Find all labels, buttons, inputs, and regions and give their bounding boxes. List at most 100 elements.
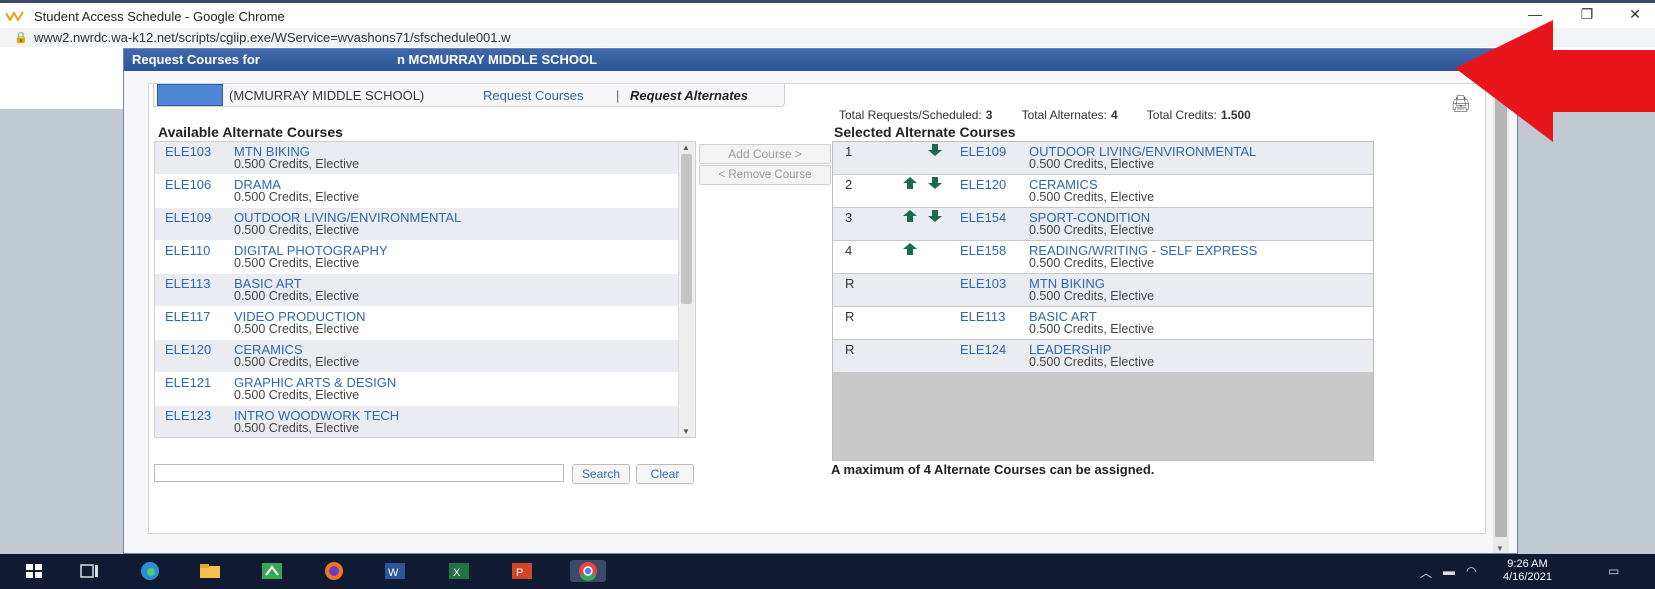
course-code: ELE121 [165, 375, 212, 390]
totals-bar: Total Requests/Scheduled: 3 Total Alterna… [839, 108, 1251, 122]
tray-chevron-icon[interactable]: ︿ [1420, 564, 1432, 581]
red-callout-arrow-icon [1455, 20, 1655, 142]
dialog-school-title: n MCMURRAY MIDDLE SCHOOL [397, 52, 598, 67]
course-code: ELE120 [165, 342, 212, 357]
firefox-icon[interactable] [322, 560, 346, 582]
app-icon[interactable] [260, 560, 284, 582]
selected-course-row[interactable]: R ELE124 LEADERSHIP 0.500 Credits, Elective [833, 340, 1373, 372]
course-code: ELE106 [165, 177, 212, 192]
course-credits: 0.500 Credits, Elective [1029, 157, 1155, 171]
course-credits: 0.500 Credits, Elective [1029, 289, 1155, 303]
dialog-scroll-thumb[interactable] [1495, 87, 1507, 537]
battery-icon[interactable]: ▬ [1443, 564, 1455, 578]
course-priority: 3 [845, 210, 853, 225]
tab-request-courses[interactable]: Request Courses [483, 88, 583, 103]
edge-browser-icon[interactable] [138, 560, 162, 582]
selected-course-row[interactable]: 4 ELE158 READING/WRITING - SELF EXPRESS 0.5… [833, 241, 1373, 273]
powerpoint-icon[interactable]: P [510, 560, 534, 582]
course-code: ELE158 [960, 243, 1007, 258]
selected-course-row[interactable]: R ELE113 BASIC ART 0.500 Credits, Elective [833, 307, 1373, 339]
clear-button[interactable]: Clear [636, 464, 694, 484]
course-code: ELE109 [960, 144, 1007, 159]
list-scroll-thumb[interactable] [681, 154, 692, 304]
tab-request-alternates[interactable]: Request Alternates [630, 88, 748, 103]
dialog-scrollbar[interactable]: ▲ ▼ [1493, 75, 1509, 553]
chrome-icon[interactable] [570, 560, 606, 582]
scroll-down-icon[interactable]: ▼ [1496, 544, 1504, 553]
move-down-arrow-icon[interactable] [928, 210, 942, 222]
svg-text:X: X [453, 567, 461, 579]
selected-course-row[interactable]: 3 ELE154 SPORT-CONDITION 0.500 Credits, Ele… [833, 208, 1373, 240]
taskbar-clock[interactable]: 9:26 AM 4/16/2021 [1503, 558, 1552, 584]
file-explorer-icon[interactable] [198, 560, 222, 582]
list-scroll-up-icon[interactable]: ▲ [682, 143, 690, 152]
wifi-icon[interactable]: ◠ [1466, 564, 1476, 578]
course-priority: 2 [845, 177, 853, 192]
course-credits: 0.500 Credits, Elective [234, 421, 360, 435]
taskbar-date: 4/16/2021 [1503, 571, 1552, 583]
move-down-arrow-icon[interactable] [928, 177, 942, 189]
available-course-row[interactable]: ELE117 VIDEO PRODUCTION 0.500 Credits, Ele… [155, 307, 678, 339]
school-label: (MCMURRAY MIDDLE SCHOOL) [229, 88, 425, 103]
taskbar-time: 9:26 AM [1507, 558, 1548, 570]
course-credits: 0.500 Credits, Elective [234, 322, 360, 336]
total-requests-value: 3 [985, 108, 993, 122]
course-priority: 1 [845, 144, 853, 159]
course-code: ELE103 [165, 144, 212, 159]
available-list-scrollbar[interactable]: ▲ ▼ [678, 142, 695, 437]
course-code: ELE123 [165, 408, 212, 423]
tab-separator: | [616, 88, 620, 103]
available-course-row[interactable]: ELE113 BASIC ART 0.500 Credits, Elective [155, 274, 678, 306]
course-credits: 0.500 Credits, Elective [1029, 322, 1155, 336]
selected-course-row[interactable]: 1 ELE109 OUTDOOR LIVING/ENVIRONMENTAL 0.500… [833, 142, 1373, 174]
course-code: ELE117 [165, 309, 211, 324]
available-course-row[interactable]: ELE109 OUTDOOR LIVING/ENVIRONMENTAL 0.500 … [155, 208, 678, 240]
course-credits: 0.500 Credits, Elective [1029, 190, 1155, 204]
available-course-row[interactable]: ELE106 DRAMA 0.500 Credits, Elective [155, 175, 678, 207]
svg-text:W: W [388, 567, 399, 579]
move-up-arrow-icon[interactable] [903, 177, 917, 189]
selected-course-row[interactable]: R ELE103 MTN BIKING 0.500 Credits, Elective [833, 274, 1373, 306]
course-code: ELE109 [165, 210, 212, 225]
available-course-row[interactable]: ELE110 DIGITAL PHOTOGRAPHY 0.500 Credits, … [155, 241, 678, 273]
selected-courses-list[interactable]: 1 ELE109 OUTDOOR LIVING/ENVIRONMENTAL 0.500… [832, 141, 1374, 461]
move-down-arrow-icon[interactable] [928, 144, 942, 156]
windows-start-icon[interactable] [22, 560, 46, 582]
move-up-arrow-icon[interactable] [903, 210, 917, 222]
word-icon[interactable]: W [383, 560, 407, 582]
add-course-button[interactable]: Add Course > [699, 144, 831, 164]
list-scroll-down-icon[interactable]: ▼ [682, 427, 690, 436]
available-course-row[interactable]: ELE123 INTRO WOODWORK TECH 0.500 Credits, … [155, 406, 678, 437]
course-priority: R [845, 276, 855, 291]
available-course-row[interactable]: ELE120 CERAMICS 0.500 Credits, Elective [155, 340, 678, 372]
task-view-icon[interactable] [78, 560, 102, 582]
window-title: Student Access Schedule - Google Chrome [34, 9, 285, 24]
course-priority: R [845, 309, 855, 324]
lock-icon: 🔒 [14, 32, 28, 44]
course-credits: 0.500 Credits, Elective [234, 223, 360, 237]
search-button[interactable]: Search [572, 464, 630, 484]
course-priority: R [845, 342, 855, 357]
course-search-input[interactable] [154, 464, 564, 482]
url-text[interactable]: www2.nwrdc.wa-k12.net/scripts/cgiip.exe/… [34, 30, 511, 45]
course-code: ELE154 [960, 210, 1007, 225]
course-credits: 0.500 Credits, Elective [234, 157, 360, 171]
dialog-header: Request Courses for n MCMURRAY MIDDLE SC… [124, 49, 1517, 71]
max-alternates-message: A maximum of 4 Alternate Courses can be … [831, 462, 1155, 477]
available-courses-list[interactable]: ELE124LEADERSHIP0.500 Credits, ElectiveE… [154, 141, 696, 438]
remove-course-button[interactable]: < Remove Course [699, 165, 831, 185]
address-bar[interactable]: 🔒 www2.nwrdc.wa-k12.net/scripts/cgiip.ex… [0, 28, 1655, 47]
available-course-row[interactable]: ELE103 MTN BIKING 0.500 Credits, Elective [155, 142, 678, 174]
selected-course-row[interactable]: 2 ELE120 CERAMICS 0.500 Credits, Elective [833, 175, 1373, 207]
course-credits: 0.500 Credits, Elective [234, 289, 360, 303]
tab-strip: (MCMURRAY MIDDLE SCHOOL) Request Courses… [153, 84, 785, 107]
site-favicon-icon [6, 11, 24, 21]
notifications-icon[interactable]: ▭ [1608, 564, 1619, 578]
move-up-arrow-icon[interactable] [903, 243, 917, 255]
available-course-row[interactable]: ELE121 GRAPHIC ARTS & DESIGN 0.500 Credits… [155, 373, 678, 405]
total-alternates-label: Total Alternates: [1021, 108, 1107, 122]
course-credits: 0.500 Credits, Elective [1029, 355, 1155, 369]
excel-icon[interactable]: X [447, 560, 471, 582]
selected-courses-title: Selected Alternate Courses [834, 124, 1016, 140]
course-code: ELE124 [960, 342, 1007, 357]
